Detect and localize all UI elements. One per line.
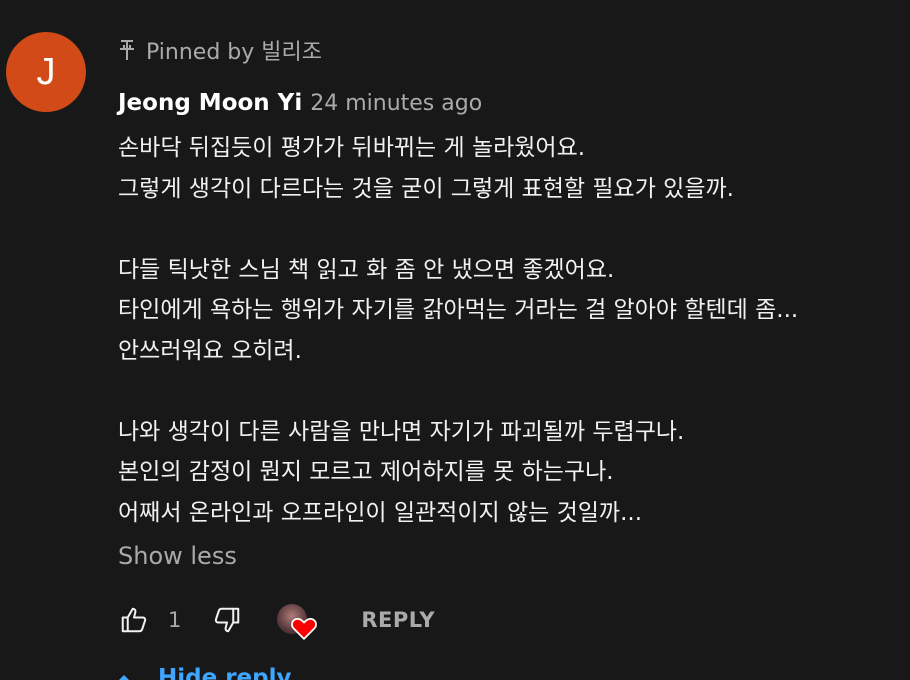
comment-body: 손바닥 뒤집듯이 평가가 뒤바뀌는 게 놀라웠어요. 그렇게 생각이 다르다는 … — [118, 128, 898, 533]
comment-line: 손바닥 뒤집듯이 평가가 뒤바뀌는 게 놀라웠어요. — [118, 135, 586, 161]
comment-line: 그렇게 생각이 다르다는 것을 굳이 그렇게 표현할 필요가 있을까. — [118, 175, 734, 202]
like-button[interactable] — [118, 604, 150, 636]
creator-heart-badge — [277, 602, 318, 640]
dislike-button[interactable] — [211, 604, 243, 636]
comment-line: 안쓰러워요 오히려. — [118, 337, 302, 364]
comment-line: 나와 생각이 다른 사람을 만나면 자기가 파괴될까 두렵구나. — [118, 418, 685, 445]
hide-reply-label: Hide reply — [158, 665, 292, 680]
author-avatar[interactable]: J — [6, 32, 86, 112]
hide-reply-button[interactable]: Hide reply — [116, 660, 292, 680]
comment-line: 어째서 온라인과 오프라인이 일관적이지 않는 것일까... — [118, 499, 643, 526]
caret-up-icon — [119, 675, 129, 680]
comment-actions: 1 REPLY — [118, 600, 435, 640]
avatar-initial: J — [36, 50, 56, 93]
heart-icon — [291, 617, 318, 640]
thumbs-down-icon — [215, 607, 240, 633]
comment-line — [118, 209, 898, 250]
thumbs-up-icon — [121, 607, 147, 633]
comment-line: 타인에게 욕하는 행위가 자기를 갉아먹는 거라는 걸 알아야 할텐데 좀... — [118, 297, 799, 323]
pinned-text: Pinned by 빌리조 — [146, 40, 322, 65]
show-less-button[interactable]: Show less — [118, 538, 237, 574]
comment-line — [118, 371, 898, 412]
comment-line: 다들 틱낫한 스님 책 읽고 화 좀 안 냈으면 좋겠어요. — [118, 256, 615, 283]
reply-button[interactable]: REPLY — [361, 608, 435, 632]
like-count: 1 — [168, 608, 182, 632]
author-name[interactable]: Jeong Moon Yi — [118, 90, 302, 116]
pin-icon — [120, 40, 134, 60]
comment-header: Jeong Moon Yi 24 minutes ago — [118, 86, 482, 120]
comment-timestamp[interactable]: 24 minutes ago — [310, 91, 482, 116]
comment-line: 본인의 감정이 뭔지 모르고 제어하지를 못 하는구나. — [118, 459, 614, 485]
pinned-label: Pinned by 빌리조 — [118, 34, 322, 66]
comment-thread: J Pinned by 빌리조 Jeong Moon Yi 24 minutes… — [0, 0, 910, 680]
